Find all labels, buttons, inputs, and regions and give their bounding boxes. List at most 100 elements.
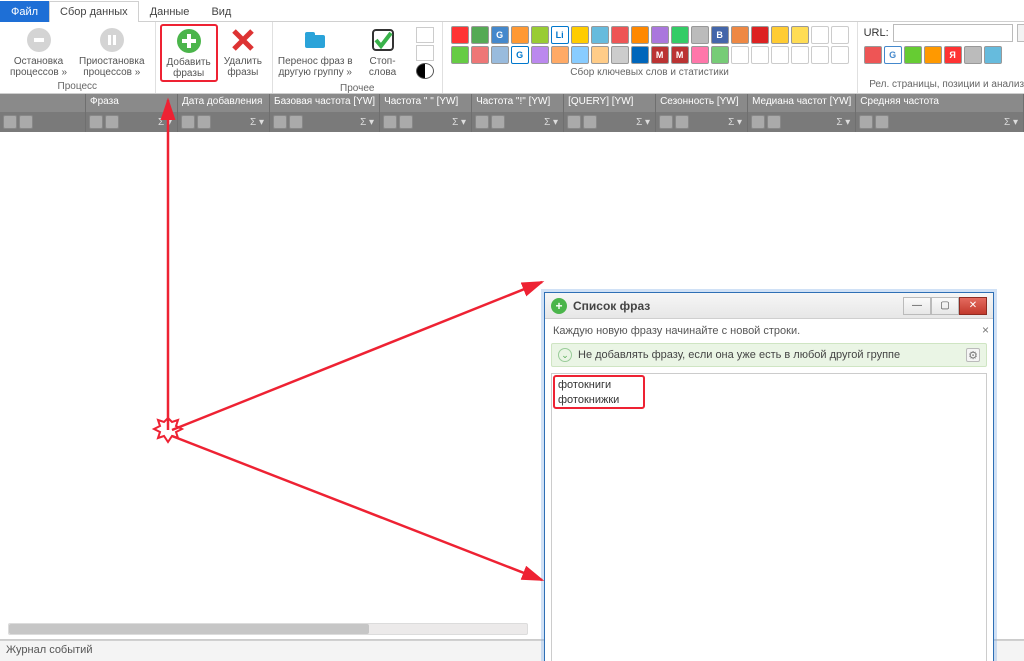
svc-icon[interactable] bbox=[451, 46, 469, 64]
svc-icon[interactable] bbox=[611, 26, 629, 44]
col-tool[interactable] bbox=[475, 115, 489, 129]
col-tool[interactable] bbox=[751, 115, 765, 129]
col[interactable]: Частота " " [YW]Σ ▾ bbox=[380, 94, 472, 132]
svc-icon[interactable] bbox=[691, 46, 709, 64]
misc-icon[interactable] bbox=[416, 27, 434, 43]
svc-icon[interactable]: M bbox=[671, 46, 689, 64]
svc-icon[interactable] bbox=[904, 46, 922, 64]
svc-icon[interactable] bbox=[471, 46, 489, 64]
inner-close-icon[interactable]: × bbox=[982, 323, 989, 337]
maximize-button[interactable]: ▢ bbox=[931, 297, 959, 315]
svc-icon[interactable] bbox=[964, 46, 982, 64]
col-tool[interactable] bbox=[181, 115, 195, 129]
svc-icon[interactable] bbox=[691, 26, 709, 44]
svc-icon[interactable]: G bbox=[491, 26, 509, 44]
svc-icon[interactable] bbox=[751, 26, 769, 44]
misc-icon[interactable] bbox=[416, 45, 434, 61]
col-tool[interactable] bbox=[3, 115, 17, 129]
col-tool[interactable] bbox=[197, 115, 211, 129]
svc-icon[interactable] bbox=[731, 26, 749, 44]
svc-icon[interactable] bbox=[791, 46, 809, 64]
col-tool[interactable] bbox=[767, 115, 781, 129]
svc-icon[interactable] bbox=[791, 26, 809, 44]
col-tool[interactable] bbox=[567, 115, 581, 129]
svc-icon[interactable] bbox=[631, 26, 649, 44]
svc-icon[interactable] bbox=[711, 46, 729, 64]
col[interactable]: Средняя частотаΣ ▾ bbox=[856, 94, 1024, 132]
svc-icon[interactable] bbox=[751, 46, 769, 64]
phrases-textarea[interactable] bbox=[552, 374, 986, 661]
svc-icon[interactable] bbox=[831, 46, 849, 64]
svc-icon[interactable]: M bbox=[651, 46, 669, 64]
svc-icon[interactable] bbox=[984, 46, 1002, 64]
svc-icon[interactable] bbox=[731, 46, 749, 64]
svc-icon[interactable] bbox=[671, 26, 689, 44]
col-tool[interactable] bbox=[491, 115, 505, 129]
col-tool[interactable] bbox=[289, 115, 303, 129]
svc-icon[interactable] bbox=[591, 26, 609, 44]
svc-icon[interactable] bbox=[531, 46, 549, 64]
delete-phrases-button[interactable]: Удалить фразы bbox=[218, 24, 268, 80]
svc-icon[interactable] bbox=[811, 46, 829, 64]
svc-icon[interactable]: Li bbox=[551, 26, 569, 44]
col-tool[interactable] bbox=[19, 115, 33, 129]
pause-processes-button[interactable]: Приостановка процессов » bbox=[73, 24, 150, 80]
col-tool[interactable] bbox=[583, 115, 597, 129]
svc-icon[interactable]: G bbox=[884, 46, 902, 64]
col-tool[interactable] bbox=[659, 115, 673, 129]
svc-icon[interactable] bbox=[531, 26, 549, 44]
svc-icon[interactable] bbox=[511, 26, 529, 44]
dedup-option-row[interactable]: ⌄ Не добавлять фразу, если она уже есть … bbox=[551, 343, 987, 367]
svc-icon[interactable] bbox=[771, 46, 789, 64]
contrast-icon[interactable] bbox=[416, 63, 434, 79]
svc-icon[interactable] bbox=[831, 26, 849, 44]
svc-icon[interactable] bbox=[571, 46, 589, 64]
close-button[interactable]: ✕ bbox=[959, 297, 987, 315]
svc-icon[interactable] bbox=[471, 26, 489, 44]
minimize-button[interactable]: — bbox=[903, 297, 931, 315]
url-input[interactable] bbox=[893, 24, 1013, 42]
tab-collect[interactable]: Сбор данных bbox=[49, 1, 139, 22]
col-tool[interactable] bbox=[383, 115, 397, 129]
scroll-thumb[interactable] bbox=[9, 624, 369, 634]
stop-processes-button[interactable]: Остановка процессов » bbox=[4, 24, 73, 80]
svc-icon[interactable] bbox=[771, 26, 789, 44]
svc-icon[interactable] bbox=[631, 46, 649, 64]
svc-icon[interactable] bbox=[551, 46, 569, 64]
col-tool[interactable] bbox=[675, 115, 689, 129]
svc-icon[interactable] bbox=[651, 26, 669, 44]
add-phrases-button[interactable]: Добавить фразы bbox=[160, 24, 218, 82]
tab-data[interactable]: Данные bbox=[139, 1, 201, 22]
svc-icon[interactable] bbox=[811, 26, 829, 44]
tab-view[interactable]: Вид bbox=[200, 1, 242, 22]
col[interactable]: ФразаΣ ▾ bbox=[86, 94, 178, 132]
col-tool[interactable] bbox=[399, 115, 413, 129]
svc-icon[interactable] bbox=[451, 26, 469, 44]
col-tool[interactable] bbox=[89, 115, 103, 129]
svc-icon[interactable] bbox=[924, 46, 942, 64]
col[interactable]: Базовая частота [YW]Σ ▾ bbox=[270, 94, 380, 132]
stopwords-button[interactable]: Стоп-слова bbox=[354, 24, 412, 80]
col[interactable]: Частота "!" [YW]Σ ▾ bbox=[472, 94, 564, 132]
url-go-button[interactable] bbox=[1017, 24, 1024, 42]
svc-icon[interactable] bbox=[571, 26, 589, 44]
col-tool[interactable] bbox=[859, 115, 873, 129]
svc-icon[interactable] bbox=[611, 46, 629, 64]
horizontal-scrollbar[interactable] bbox=[8, 623, 528, 635]
col[interactable]: Сезонность [YW]Σ ▾ bbox=[656, 94, 748, 132]
col[interactable]: [QUERY] [YW]Σ ▾ bbox=[564, 94, 656, 132]
tab-file[interactable]: Файл bbox=[0, 1, 49, 22]
gear-icon[interactable]: ⚙ bbox=[966, 348, 980, 362]
dialog-titlebar[interactable]: + Список фраз — ▢ ✕ bbox=[545, 293, 993, 319]
svc-icon[interactable]: B bbox=[711, 26, 729, 44]
svc-icon[interactable] bbox=[591, 46, 609, 64]
svc-icon[interactable]: G bbox=[511, 46, 529, 64]
svc-icon[interactable] bbox=[864, 46, 882, 64]
move-phrases-button[interactable]: Перенос фраз в другую группу » bbox=[277, 24, 354, 80]
col-tool[interactable] bbox=[273, 115, 287, 129]
svc-icon[interactable] bbox=[491, 46, 509, 64]
col-tool[interactable] bbox=[105, 115, 119, 129]
col[interactable]: Дата добавленияΣ ▾ bbox=[178, 94, 270, 132]
col-tool[interactable] bbox=[875, 115, 889, 129]
col[interactable]: Медиана частот [YW]Σ ▾ bbox=[748, 94, 856, 132]
